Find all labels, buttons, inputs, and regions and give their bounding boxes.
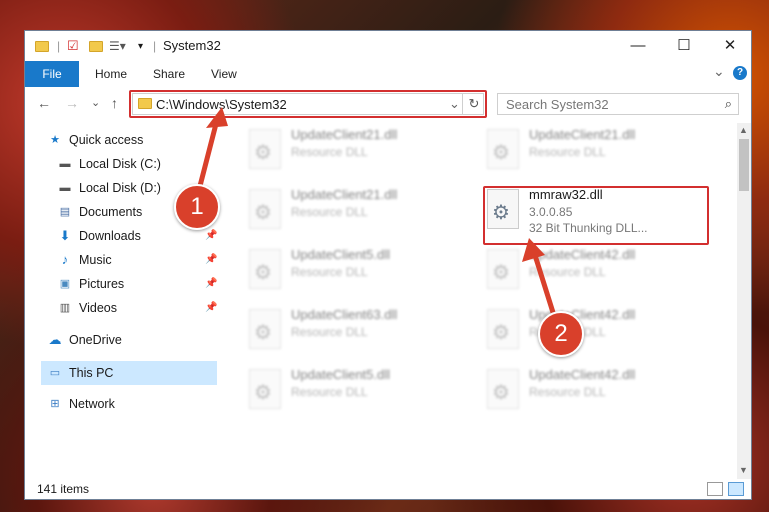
- arrow-1-head: [206, 107, 228, 128]
- step-1-badge: 1: [174, 184, 220, 230]
- annotation-arrows: [197, 107, 559, 325]
- step-2-badge: 2: [538, 311, 584, 357]
- arrow-1-shaft: [197, 117, 220, 189]
- arrow-2-head: [522, 238, 545, 262]
